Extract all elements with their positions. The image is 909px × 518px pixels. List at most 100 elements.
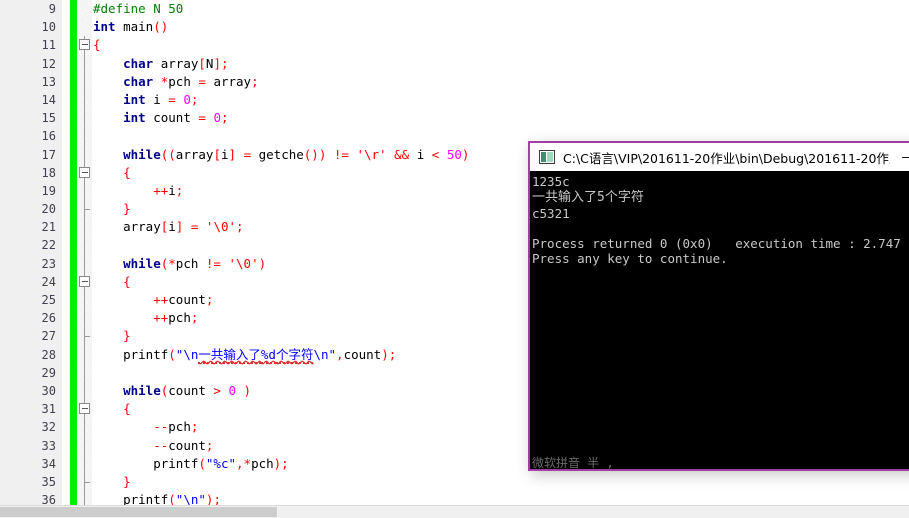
code-line-text[interactable]: { [93, 400, 131, 418]
code-line-text[interactable]: int count = 0; [93, 109, 228, 127]
code-line-text[interactable]: { [93, 164, 131, 182]
code-line-text[interactable]: #define N 50 [93, 0, 183, 18]
fold-column[interactable] [78, 381, 92, 401]
code-line-text[interactable]: } [93, 200, 131, 218]
line-change-marker [70, 454, 77, 473]
fold-column[interactable] [78, 491, 92, 505]
line-number: 12 [0, 54, 62, 73]
code-line-text[interactable]: int i = 0; [93, 91, 198, 109]
code-line[interactable]: 12 char array[N]; [0, 54, 909, 73]
fold-collapse-icon[interactable] [79, 275, 90, 287]
line-change-marker [70, 72, 77, 91]
code-line-text[interactable]: printf("%c",*pch); [93, 455, 289, 473]
code-token: array [153, 55, 199, 71]
line-number: 17 [0, 145, 62, 164]
code-line-text[interactable]: --count; [93, 437, 213, 455]
fold-column[interactable] [78, 200, 92, 219]
code-line[interactable]: 13 char *pch = array; [0, 72, 909, 91]
code-token: ; [190, 310, 199, 326]
fold-guide-line [84, 491, 85, 505]
code-line-text[interactable]: ++i; [93, 182, 183, 200]
code-line-text[interactable]: char array[N]; [93, 55, 228, 73]
fold-column[interactable] [78, 363, 92, 382]
fold-column[interactable] [78, 127, 92, 146]
code-token: * [168, 255, 176, 271]
code-line-text[interactable]: while((array[i] = getche()) != '\r' && i… [93, 146, 469, 164]
code-line[interactable]: 9 #define N 50 [0, 0, 909, 19]
code-line-text[interactable]: { [93, 273, 131, 291]
code-line[interactable]: 14 int i = 0; [0, 90, 909, 110]
fold-column[interactable] [78, 18, 92, 37]
fold-column[interactable] [78, 163, 92, 182]
code-token: int [93, 19, 116, 35]
code-line-text[interactable]: ++pch; [93, 309, 198, 327]
code-line-text[interactable]: printf("\n一共输入了%d个字符\n",count); [93, 346, 396, 364]
horizontal-scrollbar-thumb[interactable] [0, 507, 277, 517]
fold-column[interactable] [78, 418, 92, 437]
fold-column[interactable] [78, 472, 92, 492]
code-line-text[interactable]: --pch; [93, 418, 198, 436]
fold-column[interactable] [78, 0, 92, 19]
code-token: count [343, 346, 382, 362]
code-token: ; [213, 492, 221, 505]
code-line-text[interactable]: } [93, 327, 131, 345]
code-line-text[interactable]: while(count > 0 ) [93, 382, 251, 400]
code-token: [ [213, 146, 221, 162]
code-line-text[interactable]: ++count; [93, 291, 213, 309]
fold-column[interactable] [78, 454, 92, 473]
code-token: main [115, 19, 154, 35]
code-line-text[interactable]: } [93, 473, 131, 491]
fold-column[interactable] [78, 145, 92, 164]
console-titlebar[interactable]: C:\C语言\VIP\201611-20作业\bin\Debug\201611-… [530, 143, 909, 171]
fold-column[interactable] [78, 345, 92, 364]
fold-column[interactable] [78, 181, 92, 201]
fold-column[interactable] [78, 436, 92, 455]
code-token: int [93, 110, 146, 126]
console-output-area[interactable]: 1235c 一共输入了5个字符 c5321 Process returned 0 (… [530, 171, 909, 469]
line-change-marker [70, 0, 77, 19]
code-token: 0 [228, 382, 237, 398]
line-number: 14 [0, 90, 62, 110]
code-line[interactable]: 36 printf("\n"); [0, 491, 909, 505]
code-token: { [93, 164, 131, 180]
minimize-button[interactable]: — [890, 150, 909, 165]
console-window[interactable]: C:\C语言\VIP\201611-20作业\bin\Debug\201611-… [528, 141, 909, 471]
code-token: '\r' [356, 146, 387, 162]
horizontal-scrollbar[interactable] [0, 505, 909, 518]
fold-column[interactable] [78, 54, 92, 73]
code-line-text[interactable]: char *pch = array; [93, 73, 259, 91]
fold-column[interactable] [78, 272, 92, 291]
code-line-text[interactable]: int main() [93, 18, 168, 36]
code-line-text[interactable]: array[i] = '\0'; [93, 218, 243, 236]
fold-column[interactable] [78, 72, 92, 91]
code-line[interactable]: 11 { [0, 36, 909, 55]
code-line-text[interactable]: { [93, 36, 101, 54]
fold-collapse-icon[interactable] [79, 403, 90, 415]
code-token: count [168, 382, 214, 398]
code-token: , [236, 455, 244, 471]
fold-column[interactable] [78, 327, 92, 346]
line-change-marker [70, 145, 77, 164]
fold-column[interactable] [78, 36, 92, 55]
fold-guide-line [84, 127, 85, 146]
fold-collapse-icon[interactable] [79, 39, 90, 51]
code-line-text[interactable]: printf("\n"); [93, 491, 221, 505]
line-number: 31 [0, 400, 62, 419]
fold-column[interactable] [78, 236, 92, 255]
fold-column[interactable] [78, 218, 92, 237]
code-line[interactable]: 15 int count = 0; [0, 109, 909, 128]
fold-column[interactable] [78, 291, 92, 310]
fold-collapse-icon[interactable] [79, 166, 90, 178]
fold-column[interactable] [78, 254, 92, 273]
code-line-text[interactable]: while(*pch != '\0') [93, 255, 266, 273]
fold-column[interactable] [78, 400, 92, 419]
code-line[interactable]: 10 int main() [0, 18, 909, 37]
code-token: 0 [183, 91, 191, 107]
fold-column[interactable] [78, 90, 92, 110]
fold-column[interactable] [78, 109, 92, 128]
code-line[interactable]: 35 } [0, 472, 909, 492]
fold-column[interactable] [78, 309, 92, 328]
